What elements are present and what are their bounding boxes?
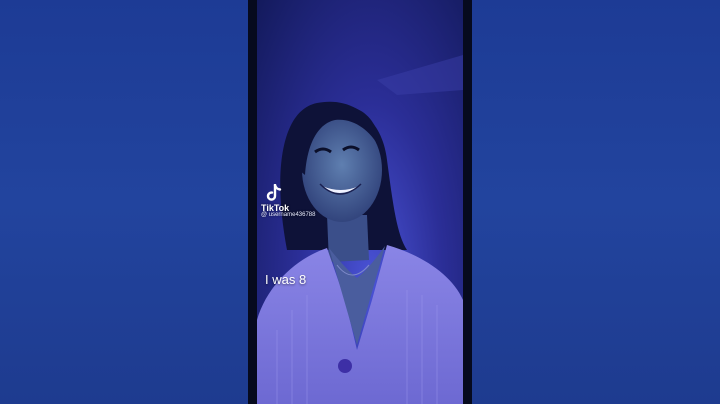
video-scene (257, 55, 463, 404)
letterbox-right (463, 0, 472, 404)
letterbox-left (248, 0, 257, 404)
video-frame[interactable]: TikTok @ username436788 I was 8 (257, 0, 463, 404)
background-left (0, 0, 248, 404)
background-right (472, 0, 720, 404)
video-caption: I was 8 (265, 272, 307, 287)
watermark-username: @ username436788 (261, 212, 316, 218)
tiktok-logo-icon (266, 184, 282, 201)
